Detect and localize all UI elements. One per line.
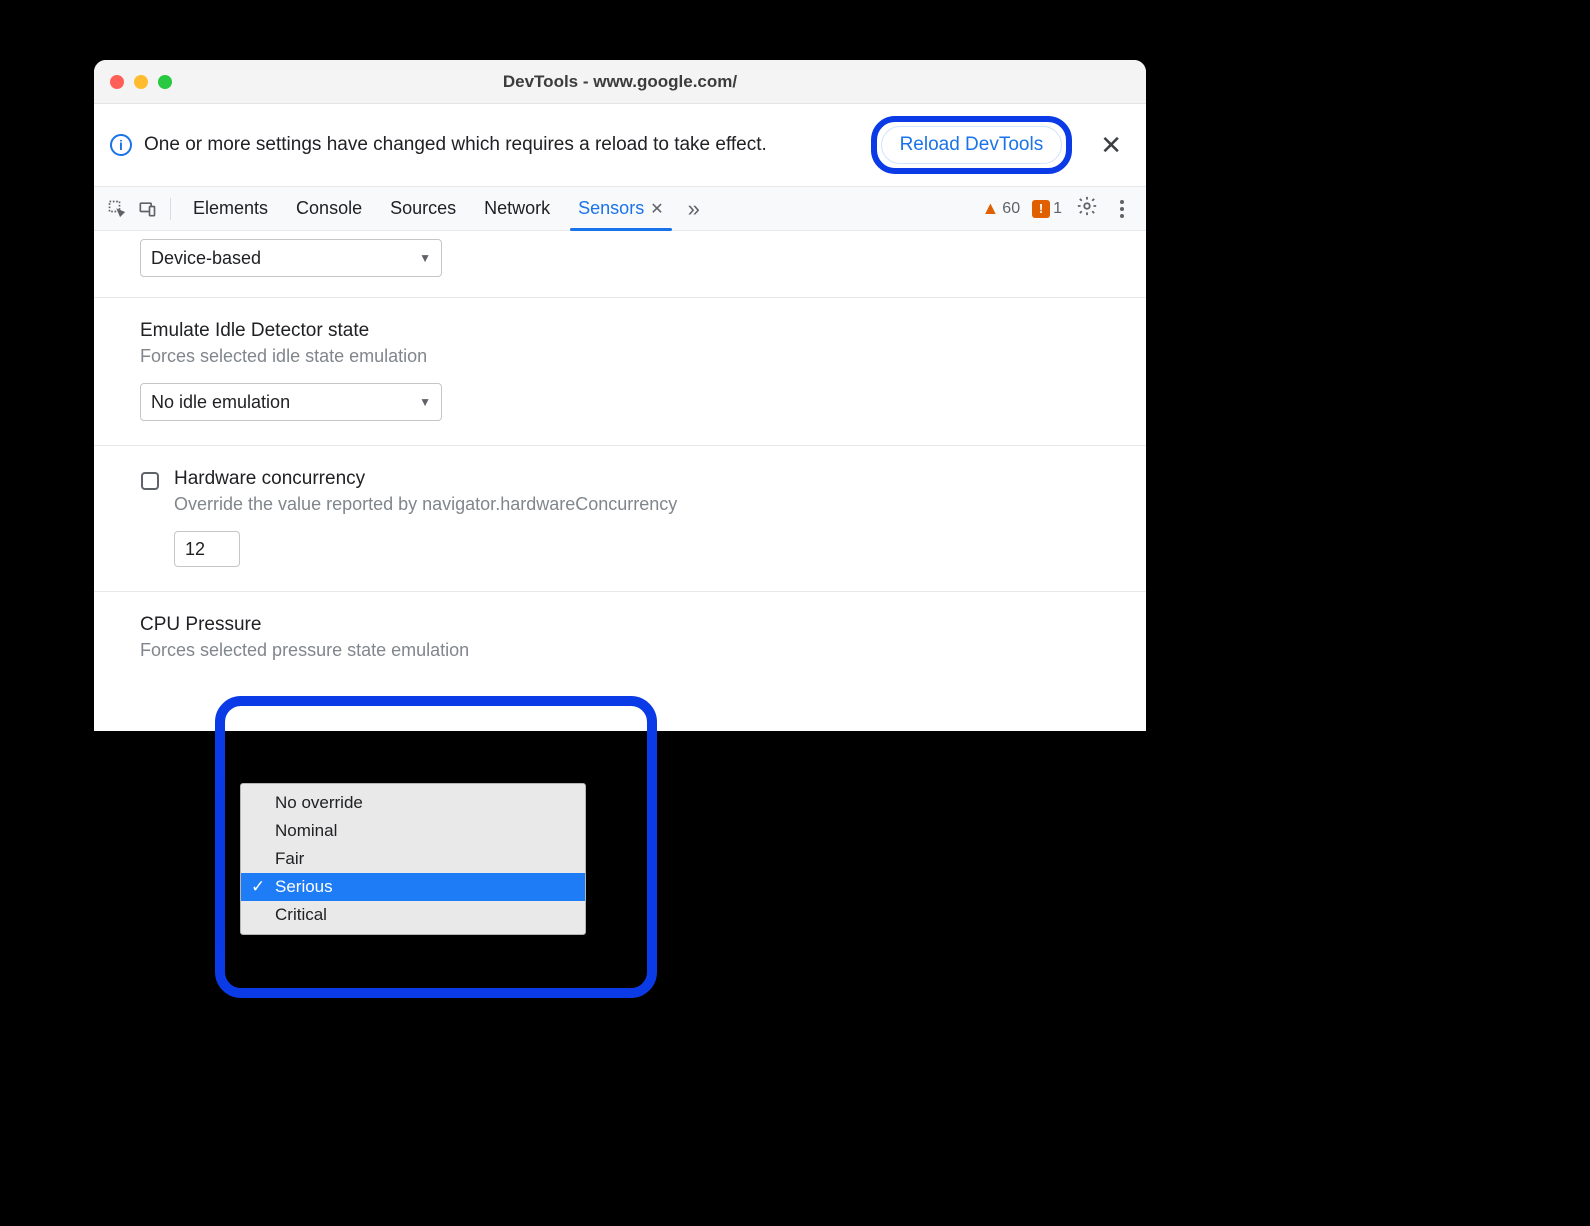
idle-title: Emulate Idle Detector state	[140, 320, 1100, 342]
issues-badge[interactable]: ! 1	[1032, 200, 1062, 218]
dismiss-infobar-button[interactable]: ✕	[1092, 130, 1130, 161]
window-maximize-button[interactable]	[158, 75, 172, 89]
device-select[interactable]: Device-based ▼	[140, 239, 442, 277]
hardware-concurrency-checkbox[interactable]	[141, 472, 159, 490]
window-minimize-button[interactable]	[134, 75, 148, 89]
tab-sensors[interactable]: Sensors ✕	[564, 187, 677, 230]
hw-desc: Override the value reported by navigator…	[174, 494, 1100, 515]
issue-icon: !	[1032, 200, 1050, 218]
close-tab-icon[interactable]: ✕	[650, 199, 663, 219]
sensors-panel: Device-based ▼ Emulate Idle Detector sta…	[94, 231, 1146, 731]
highlight-reload: Reload DevTools	[871, 116, 1073, 174]
dropdown-option-no-override[interactable]: No override	[241, 789, 585, 817]
warnings-count: 60	[1002, 200, 1020, 218]
idle-select[interactable]: No idle emulation ▼	[140, 383, 442, 421]
window-close-button[interactable]	[110, 75, 124, 89]
tab-network[interactable]: Network	[470, 187, 564, 230]
tab-label: Sensors	[578, 198, 644, 219]
reload-devtools-button[interactable]: Reload DevTools	[881, 126, 1063, 164]
toolbar-divider	[170, 198, 171, 220]
more-tabs-button[interactable]: »	[678, 196, 710, 222]
tab-label: Sources	[390, 198, 456, 219]
cpu-pressure-section: CPU Pressure Forces selected pressure st…	[94, 592, 1146, 731]
window-title: DevTools - www.google.com/	[94, 72, 1146, 92]
warning-icon: ▲	[981, 198, 999, 219]
chevron-down-icon: ▼	[419, 395, 431, 409]
tab-elements[interactable]: Elements	[179, 187, 282, 230]
info-bar: i One or more settings have changed whic…	[94, 104, 1146, 187]
devtools-window: DevTools - www.google.com/ i One or more…	[94, 60, 1146, 731]
tab-label: Network	[484, 198, 550, 219]
cpu-desc: Forces selected pressure state emulation	[140, 640, 1100, 661]
hardware-concurrency-section: Hardware concurrency Override the value …	[94, 446, 1146, 592]
main-toolbar: Elements Console Sources Network Sensors…	[94, 187, 1146, 231]
tab-label: Elements	[193, 198, 268, 219]
select-value: No idle emulation	[151, 392, 290, 413]
chevron-down-icon: ▼	[419, 251, 431, 265]
hardware-concurrency-input[interactable]	[174, 531, 240, 567]
hw-title: Hardware concurrency	[174, 468, 1100, 490]
traffic-lights	[110, 75, 172, 89]
info-icon: i	[110, 134, 132, 156]
titlebar: DevTools - www.google.com/	[94, 60, 1146, 104]
dropdown-option-nominal[interactable]: Nominal	[241, 817, 585, 845]
tab-sources[interactable]: Sources	[376, 187, 470, 230]
dropdown-option-fair[interactable]: Fair	[241, 845, 585, 873]
idle-desc: Forces selected idle state emulation	[140, 346, 1100, 367]
dropdown-option-critical[interactable]: Critical	[241, 901, 585, 929]
idle-section: Emulate Idle Detector state Forces selec…	[94, 298, 1146, 446]
cpu-pressure-dropdown[interactable]: No override Nominal Fair Serious Critica…	[240, 783, 586, 935]
device-toggle-icon[interactable]	[132, 194, 162, 224]
info-message: One or more settings have changed which …	[144, 134, 859, 156]
tab-console[interactable]: Console	[282, 187, 376, 230]
tab-label: Console	[296, 198, 362, 219]
more-options-icon[interactable]	[1106, 200, 1138, 218]
issues-count: 1	[1053, 200, 1062, 218]
inspect-element-icon[interactable]	[102, 194, 132, 224]
cpu-title: CPU Pressure	[140, 614, 1100, 636]
device-section: Device-based ▼	[94, 231, 1146, 298]
dropdown-option-serious[interactable]: Serious	[241, 873, 585, 901]
select-value: Device-based	[151, 248, 261, 269]
warnings-badge[interactable]: ▲ 60	[981, 198, 1020, 219]
settings-icon[interactable]	[1068, 195, 1106, 222]
